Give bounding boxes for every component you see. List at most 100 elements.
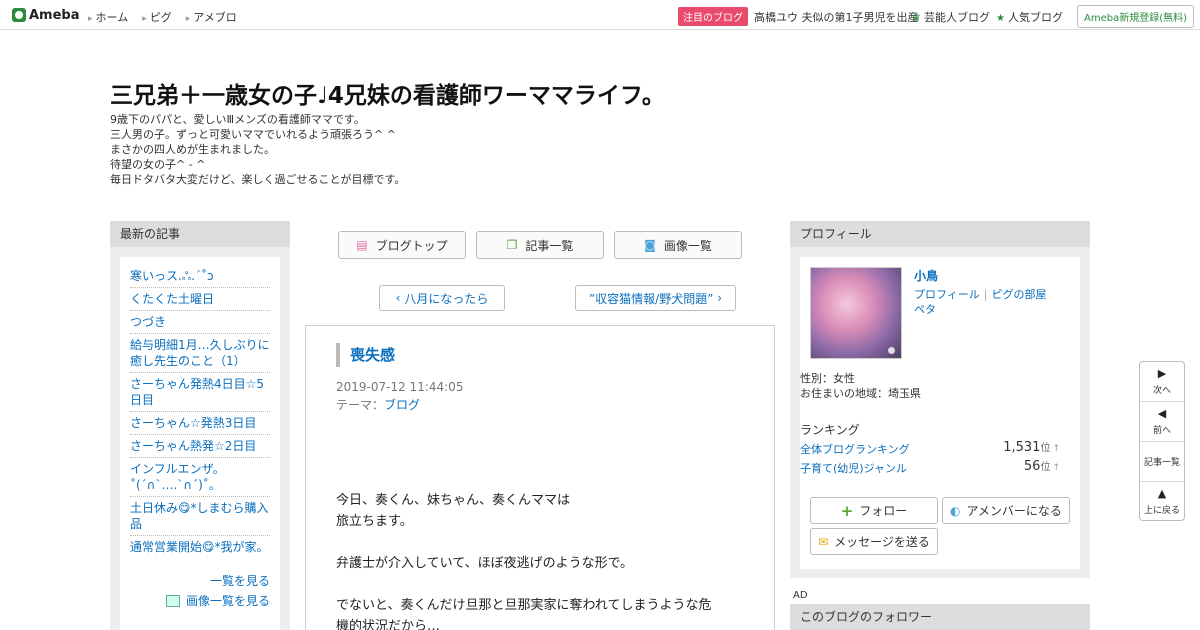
copy-icon: ❐	[506, 238, 518, 252]
side-navigation: ▶ 次へ ◀ 前へ 記事一覧 ▲ 上に戻る	[1139, 361, 1185, 521]
description-line: まさかの四人めが生まれました。	[110, 143, 275, 156]
blog-top-label: ブログトップ	[375, 238, 448, 253]
ranking-number: 56	[1023, 459, 1041, 474]
description-line: 三人男の子。ずっと可愛いママでいれるよう頑張ろう^ ^	[110, 128, 396, 141]
recent-post-link[interactable]: 寒いっス.ஃ.ˊ˚ↄ	[130, 265, 270, 288]
article-paragraph: 弁護士が介入していて、ほぼ夜逃げのような形で。	[336, 553, 751, 574]
recent-posts-panel: 最新の記事 寒いっス.ஃ.ˊ˚ↄ くたくた土曜日 つづき 給与明細1月…久しぶり…	[110, 221, 290, 630]
prev-post-button[interactable]: ‹ 八月になったら	[379, 285, 505, 311]
recent-post-link[interactable]: さーちゃん☆発熱3日目	[130, 412, 270, 435]
article-line: 機的状況だから…	[336, 619, 441, 630]
post-list-side-label: 記事一覧	[1143, 458, 1180, 468]
follow-button[interactable]: + フォロー	[810, 497, 938, 524]
image-list-button[interactable]: ◙ 画像一覧	[614, 231, 742, 259]
nav-ameblo-link[interactable]: アメブロ	[186, 9, 236, 25]
recent-post-link[interactable]: 土日休み😋*しまむら購入品	[130, 497, 270, 536]
chevron-right-icon: ›	[717, 291, 723, 305]
see-all-posts-wrap: 一覧を見る	[130, 572, 270, 589]
ad-label: AD	[793, 590, 808, 601]
ranking-genre-link[interactable]: 子育て(幼児)ジャンル	[800, 462, 907, 475]
article-theme: テーマ：ブログ	[336, 396, 420, 413]
article-paragraph: でないと、奏くんだけ旦那と旦那実家に奪われてしまうような危機的状況だから…	[336, 595, 751, 630]
ranking-row: 全体ブログランキング 1,531位 ↑	[800, 440, 1060, 457]
nav-home-link[interactable]: ホーム	[88, 9, 129, 25]
prev-button[interactable]: ◀ 前へ	[1140, 402, 1184, 442]
send-message-button[interactable]: ✉ メッセージを送る	[810, 528, 938, 555]
camera-icon: ◙	[644, 238, 656, 252]
amember-button[interactable]: ◐ アメンバーになる	[942, 497, 1070, 524]
popular-blog-label: 人気ブログ	[1007, 11, 1063, 24]
top-nav: ホーム ピグ アメブロ	[88, 9, 251, 25]
avatar[interactable]	[810, 267, 902, 359]
image-list-label: 画像一覧	[663, 238, 712, 253]
image-list-icon	[165, 595, 180, 607]
description-line: 9歳下のパパと、愛しいⅢメンズの看護師ママです。	[110, 113, 365, 126]
theme-link[interactable]: ブログ	[384, 398, 420, 412]
profile-region: お住まいの地域：埼玉県	[800, 387, 921, 400]
recent-post-link[interactable]: 給与明細1月…久しぶりに癒し先生のこと（1）	[130, 334, 270, 373]
star-icon: ★	[996, 13, 1005, 24]
recent-post-link[interactable]: さーちゃん熱発☆2日目	[130, 435, 270, 458]
recent-posts-heading: 最新の記事	[110, 221, 290, 247]
amember-label: アメンバーになる	[966, 504, 1062, 518]
triangle-right-icon: ▶	[1157, 366, 1167, 380]
arrow-up-icon: ↑	[1052, 444, 1060, 454]
profile-name[interactable]: 小鳥	[914, 267, 938, 284]
ameba-logo[interactable]: Ameba	[12, 6, 80, 24]
blog-description: 9歳下のパパと、愛しいⅢメンズの看護師ママです。 三人男の子。ずっと可愛いママで…	[110, 112, 405, 187]
ranking-overall-link[interactable]: 全体ブログランキング	[800, 443, 910, 456]
see-images-link[interactable]: 画像一覧を見る	[186, 594, 270, 608]
post-list-button[interactable]: ❐ 記事一覧	[476, 231, 604, 259]
chat-icon: ◐	[950, 503, 961, 518]
recent-post-link[interactable]: 通常営業開始😋*我が家。	[130, 536, 270, 558]
register-button[interactable]: Ameba新規登録(無料)	[1077, 5, 1195, 28]
next-button[interactable]: ▶ 次へ	[1140, 362, 1184, 402]
article-title[interactable]: 喪失感	[336, 343, 395, 367]
triangle-left-icon: ◀	[1157, 406, 1167, 420]
featured-blog-link[interactable]: 高橋ユウ 夫似の第1子男児を出産	[754, 9, 919, 25]
theme-label: テーマ：	[336, 398, 385, 412]
article-line: でないと、奏くんだけ旦那と旦那実家に奪われてしまうような危	[336, 598, 712, 613]
blog-top-button[interactable]: ▤ ブログトップ	[338, 231, 466, 259]
article-line: 弁護士が介入していて、ほぼ夜逃げのような形で。	[336, 556, 634, 571]
next-post-label: ”収容猫情報/野犬問題”	[588, 291, 714, 306]
article-date: 2019-07-12 11:44:05	[336, 380, 464, 394]
recent-posts-list: 寒いっス.ஃ.ˊ˚ↄ くたくた土曜日 つづき 給与明細1月…久しぶりに癒し先生の…	[120, 257, 280, 630]
ranking-unit: 位	[1040, 443, 1051, 454]
description-line: 待望の女の子^ - ^	[110, 158, 206, 171]
see-all-posts-link[interactable]: 一覧を見る	[210, 574, 270, 588]
ranking-number: 1,531	[1003, 440, 1041, 455]
send-message-label: メッセージを送る	[834, 535, 930, 549]
link-separator: |	[983, 288, 988, 301]
profile-card: 小鳥 プロフィール | ピグの部屋 ペタ 性別：女性 お住まいの地域：埼玉県 ランキ…	[800, 257, 1080, 569]
next-post-button[interactable]: ”収容猫情報/野犬問題” ›	[575, 285, 736, 311]
blog-nav-buttons: ▤ ブログトップ ❐ 記事一覧 ◙ 画像一覧	[338, 231, 752, 259]
peta-link[interactable]: ペタ	[914, 303, 936, 316]
pigg-room-link[interactable]: ピグの部屋	[992, 288, 1047, 301]
nav-pigg-link[interactable]: ピグ	[142, 9, 172, 25]
featured-blog-badge: 注目のブログ	[678, 7, 748, 26]
celeb-blog-link[interactable]: ♛ 芸能人ブログ	[912, 9, 990, 25]
profile-info: 性別：女性 お住まいの地域：埼玉県	[800, 371, 921, 401]
recent-post-link[interactable]: さーちゃん発熱4日目☆5日目	[130, 373, 270, 412]
ranking-unit: 位	[1040, 462, 1051, 473]
envelope-icon: ✉	[818, 534, 829, 549]
popular-blog-link[interactable]: ★ 人気ブログ	[996, 9, 1063, 25]
profile-links: プロフィール | ピグの部屋 ペタ	[914, 287, 1074, 317]
logo-text: Ameba	[29, 7, 80, 23]
back-to-top-label: 上に戻る	[1143, 506, 1180, 516]
recent-post-link[interactable]: インフルエンザ。˚(ˊ∩ˋ….ˋ∩ˊ)˚。	[130, 458, 270, 497]
recent-post-link[interactable]: つづき	[130, 311, 270, 334]
ameba-logo-icon	[12, 8, 26, 22]
next-label: 次へ	[1152, 385, 1171, 396]
profile-gender: 性別：女性	[800, 372, 855, 385]
followers-heading: このブログのフォロワー	[790, 604, 1090, 630]
blog-title[interactable]: 三兄弟＋一歳女の子♩4兄妹の看護師ワーママライフ。	[110, 76, 665, 110]
post-list-side-button[interactable]: 記事一覧	[1140, 442, 1184, 482]
recent-post-link[interactable]: くたくた土曜日	[130, 288, 270, 311]
back-to-top-button[interactable]: ▲ 上に戻る	[1140, 482, 1184, 522]
article-paragraph: 今日、奏くん、妹ちゃん、奏くんママは 旅立ちます。	[336, 490, 751, 532]
plus-icon: +	[840, 501, 854, 520]
triangle-up-icon: ▲	[1157, 487, 1167, 500]
profile-link[interactable]: プロフィール	[914, 288, 980, 301]
